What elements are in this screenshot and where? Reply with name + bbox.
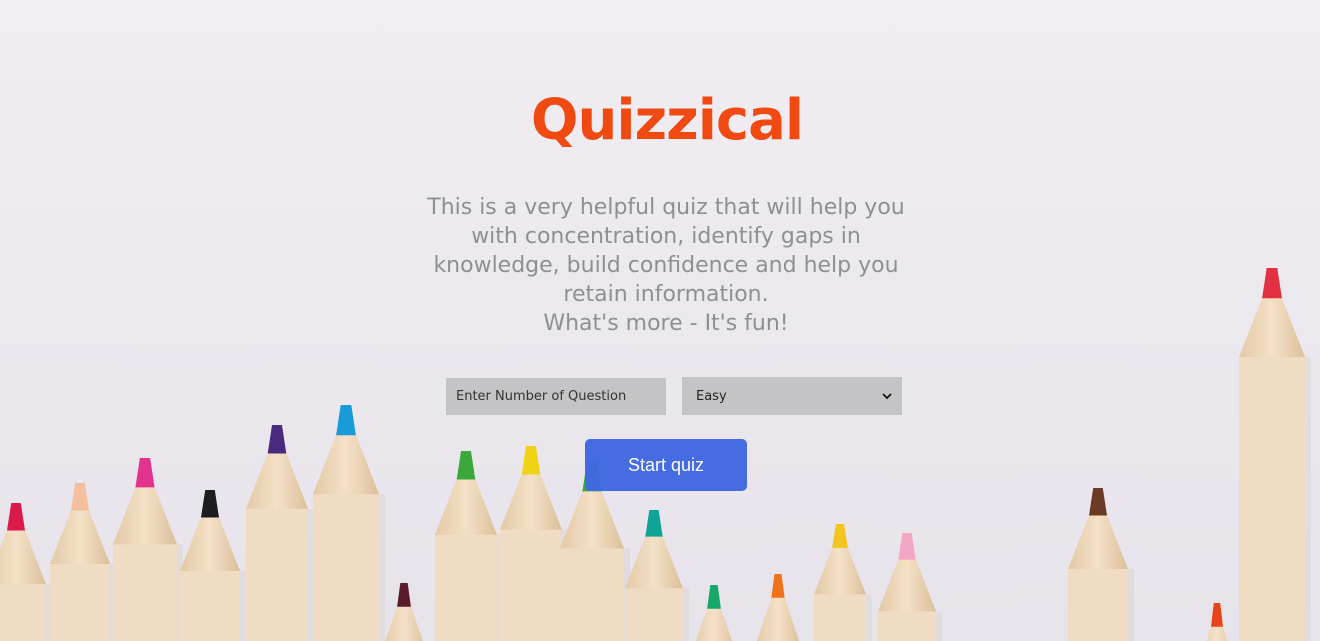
difficulty-selected-value: Easy: [696, 388, 727, 404]
description-line: retain information.: [563, 282, 769, 307]
description-line: with concentration, identify gaps in: [471, 224, 861, 249]
question-count-input[interactable]: [446, 378, 666, 415]
difficulty-select[interactable]: Easy: [682, 377, 902, 415]
start-quiz-button[interactable]: Start quiz: [585, 439, 747, 491]
app-title: Quizzical: [530, 88, 804, 153]
chevron-down-icon: [882, 393, 892, 400]
app-description: This is a very helpful quiz that will he…: [416, 193, 916, 338]
description-line: What's more - It's fun!: [543, 311, 789, 336]
description-line: knowledge, build confidence and help you: [433, 253, 899, 278]
description-line: This is a very helpful quiz that will he…: [427, 195, 905, 220]
